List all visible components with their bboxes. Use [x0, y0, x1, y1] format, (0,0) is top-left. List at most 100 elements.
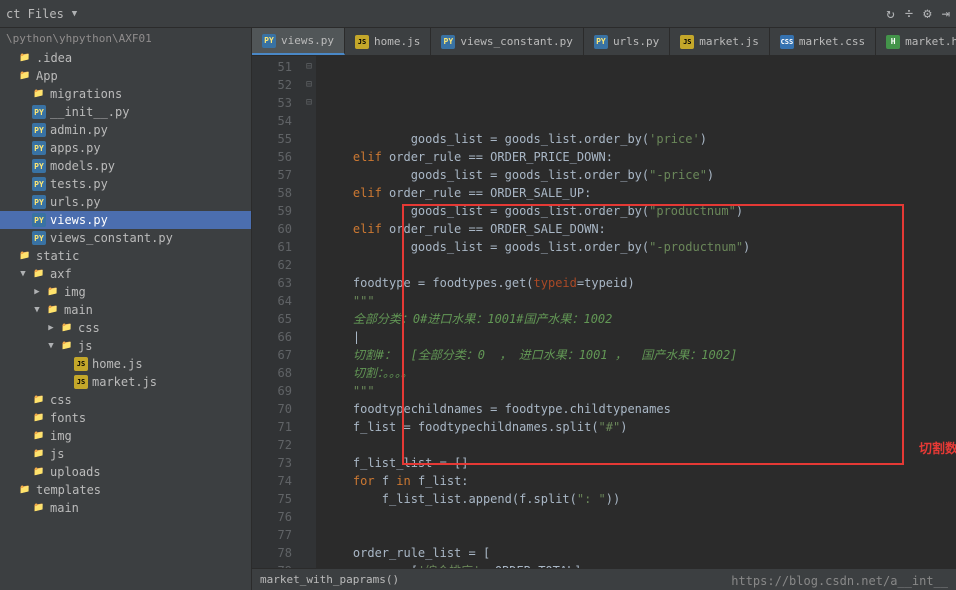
code-line[interactable]: """ — [324, 292, 956, 310]
code-line[interactable] — [324, 508, 956, 526]
editor-tab[interactable]: PYviews_constant.py — [431, 28, 584, 55]
tree-item[interactable]: ▶📁css — [0, 319, 251, 337]
code-line[interactable]: elif order_rule == ORDER_PRICE_DOWN: — [324, 148, 956, 166]
watermark: https://blog.csdn.net/a__int__ — [731, 574, 948, 588]
code-line[interactable]: | — [324, 328, 956, 346]
editor-tab[interactable]: PYviews.py — [252, 28, 345, 55]
tree-item[interactable]: PYviews.py — [0, 211, 251, 229]
tree-item[interactable]: PYapps.py — [0, 139, 251, 157]
code-line[interactable]: f_list_list.append(f.split(": ")) — [324, 490, 956, 508]
tree-item[interactable]: 📁css — [0, 391, 251, 409]
python-icon: PY — [32, 213, 46, 227]
code-line[interactable]: elif order_rule == ORDER_SALE_DOWN: — [324, 220, 956, 238]
code-line[interactable]: goods_list = goods_list.order_by("produc… — [324, 202, 956, 220]
tree-item-label: home.js — [92, 357, 143, 371]
tree-item[interactable]: PYurls.py — [0, 193, 251, 211]
chevron-icon[interactable]: ▶ — [46, 323, 56, 333]
python-icon: PY — [32, 195, 46, 209]
tree-item[interactable]: 📁App — [0, 67, 251, 85]
css-icon: CSS — [780, 35, 794, 49]
tree-item[interactable]: PY__init__.py — [0, 103, 251, 121]
code-line[interactable]: """ — [324, 382, 956, 400]
editor-tab[interactable]: Hmarket.ht — [876, 28, 956, 55]
settings-icon[interactable]: ⚙ — [923, 6, 931, 22]
tree-item-label: main — [50, 501, 79, 515]
tree-item[interactable]: PYadmin.py — [0, 121, 251, 139]
python-icon: PY — [32, 231, 46, 245]
code-line[interactable]: for f in f_list: — [324, 472, 956, 490]
code-line[interactable]: f_list = foodtypechildnames.split("#") — [324, 418, 956, 436]
code-line[interactable] — [324, 526, 956, 544]
python-icon: PY — [32, 105, 46, 119]
folder-icon: 📁 — [32, 411, 46, 425]
chevron-icon[interactable]: ▼ — [46, 341, 56, 351]
chevron-down-icon[interactable]: ▼ — [72, 9, 77, 19]
collapse-icon[interactable]: ÷ — [905, 6, 913, 22]
tree-item[interactable]: 📁.idea — [0, 49, 251, 67]
chevron-icon[interactable]: ▶ — [32, 287, 42, 297]
html-icon: H — [886, 35, 900, 49]
folder-icon: 📁 — [32, 267, 46, 281]
tree-item[interactable]: ▶📁img — [0, 283, 251, 301]
editor-tab[interactable]: CSSmarket.css — [770, 28, 876, 55]
tree-item[interactable]: ▼📁axf — [0, 265, 251, 283]
code-line[interactable]: goods_list = goods_list.order_by("-produ… — [324, 238, 956, 256]
file-tree: 📁.idea📁App📁migrationsPY__init__.pyPYadmi… — [0, 49, 251, 517]
folder-icon: 📁 — [32, 465, 46, 479]
editor-tab[interactable]: PYurls.py — [584, 28, 670, 55]
tree-item[interactable]: ▼📁js — [0, 337, 251, 355]
tree-item[interactable]: 📁js — [0, 445, 251, 463]
fold-icon[interactable]: ⊟ — [302, 58, 316, 76]
code-line[interactable]: elif order_rule == ORDER_SALE_UP: — [324, 184, 956, 202]
code-line[interactable] — [324, 436, 956, 454]
code-line[interactable]: foodtype = foodtypes.get(typeid=typeid) — [324, 274, 956, 292]
code-line[interactable]: 切割：。。。。 — [324, 364, 956, 382]
tree-item-label: admin.py — [50, 123, 108, 137]
tree-item[interactable]: 📁uploads — [0, 463, 251, 481]
tree-item-label: img — [64, 285, 86, 299]
chevron-icon[interactable]: ▼ — [18, 269, 28, 279]
tree-item-label: fonts — [50, 411, 86, 425]
tree-item[interactable]: JSmarket.js — [0, 373, 251, 391]
code-area[interactable]: 5152535455565758596061626364656667686970… — [252, 56, 956, 568]
code-line[interactable] — [324, 256, 956, 274]
code-line[interactable]: goods_list = goods_list.order_by("-price… — [324, 166, 956, 184]
code-line[interactable]: f_list_list = [] — [324, 454, 956, 472]
tree-item[interactable]: PYmodels.py — [0, 157, 251, 175]
tree-item[interactable]: 📁 fonts — [0, 409, 251, 427]
tree-item[interactable]: JShome.js — [0, 355, 251, 373]
folder-icon: 📁 — [18, 51, 32, 65]
tree-item[interactable]: 📁migrations — [0, 85, 251, 103]
tree-item[interactable]: 📁img — [0, 427, 251, 445]
code-content[interactable]: 切割数据 goods_list = goods_list.order_by('p… — [316, 56, 956, 568]
code-line[interactable]: 全部分类：0#进口水果：1001#国产水果：1002 — [324, 310, 956, 328]
code-line[interactable]: ['综合排序', ORDER_TOTAL], — [324, 562, 956, 568]
refresh-icon[interactable]: ↻ — [886, 6, 894, 22]
tree-item[interactable]: ▼📁main — [0, 301, 251, 319]
tree-item-label: migrations — [50, 87, 122, 101]
folder-icon: 📁 — [32, 429, 46, 443]
tree-item[interactable]: PY views_constant.py — [0, 229, 251, 247]
fold-icon[interactable]: ⊟ — [302, 94, 316, 112]
tree-item[interactable]: 📁static — [0, 247, 251, 265]
js-icon: JS — [74, 375, 88, 389]
tab-label: market.js — [699, 35, 759, 48]
annotation-label: 切割数据 — [919, 441, 956, 459]
tree-item[interactable]: PYtests.py — [0, 175, 251, 193]
chevron-icon[interactable]: ▼ — [32, 305, 42, 315]
tree-item[interactable]: 📁main — [0, 499, 251, 517]
code-line[interactable]: order_rule_list = [ — [324, 544, 956, 562]
tree-item[interactable]: 📁templates — [0, 481, 251, 499]
folder-icon: 📁 — [60, 339, 74, 353]
code-line[interactable]: 切割#： [全部分类：0 ， 进口水果：1001 ， 国产水果：1002] — [324, 346, 956, 364]
editor-area: PYviews.pyJShome.jsPYviews_constant.pyPY… — [252, 28, 956, 590]
fold-icon[interactable]: ⊟ — [302, 76, 316, 94]
code-line[interactable]: goods_list = goods_list.order_by('price'… — [324, 130, 956, 148]
code-line[interactable]: foodtypechildnames = foodtype.childtypen… — [324, 400, 956, 418]
editor-tab[interactable]: JShome.js — [345, 28, 431, 55]
hide-icon[interactable]: ⇥ — [942, 6, 950, 22]
js-icon: JS — [355, 35, 369, 49]
tab-label: views_constant.py — [460, 35, 573, 48]
tree-item-label: views_constant.py — [50, 231, 173, 245]
editor-tab[interactable]: JSmarket.js — [670, 28, 770, 55]
